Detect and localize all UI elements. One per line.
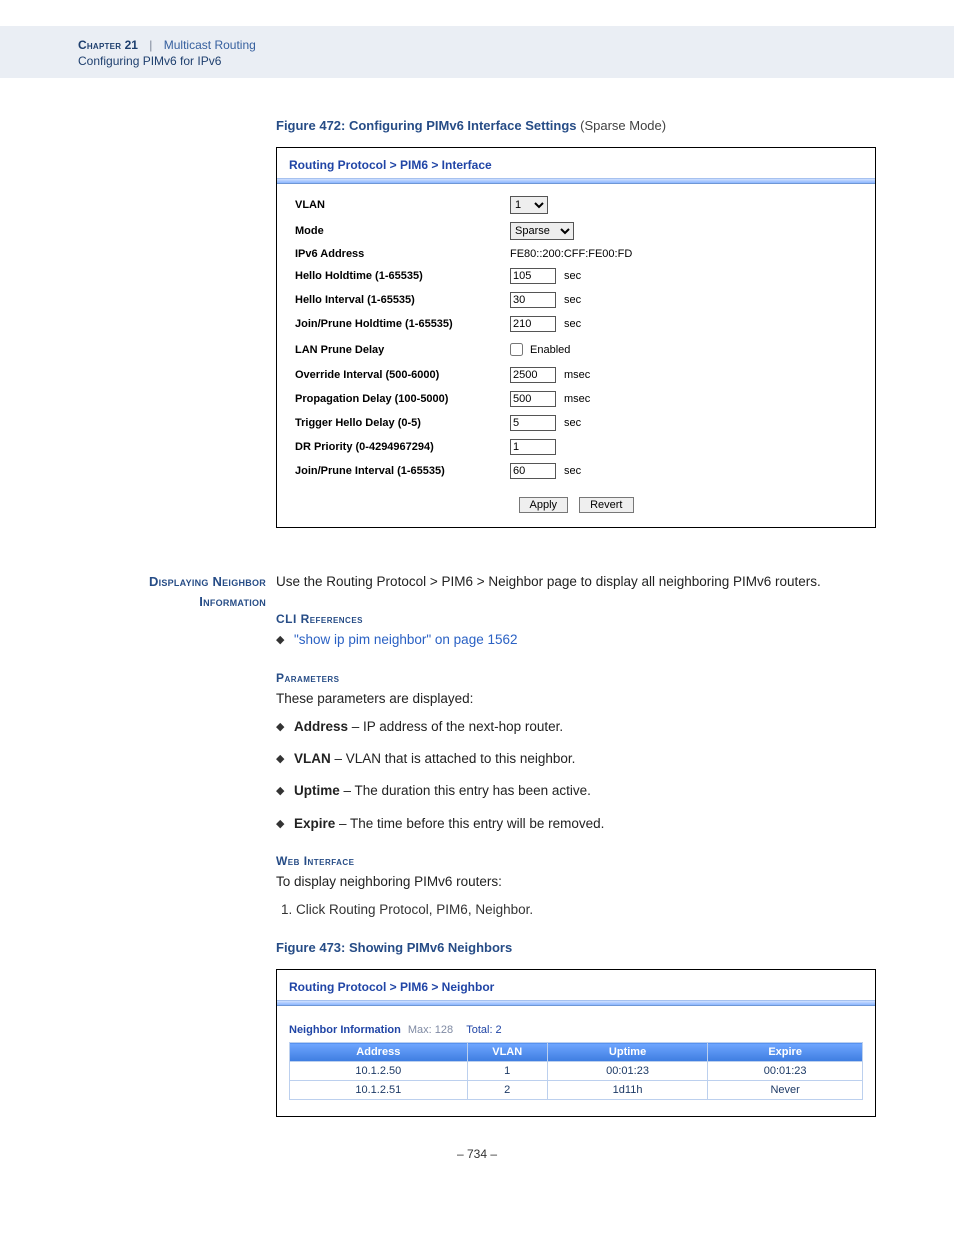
col-address: Address (290, 1043, 468, 1062)
figure-472-breadcrumb: Routing Protocol > PIM6 > Interface (277, 148, 875, 178)
figure-472-caption: Figure 472: Configuring PIMv6 Interface … (276, 118, 876, 133)
page-number: – 734 – (78, 1147, 876, 1161)
mode-label: Mode (295, 225, 510, 237)
table-row: 10.1.2.51 2 1d11h Never (290, 1081, 863, 1100)
param-expire: Expire – The time before this entry will… (294, 814, 876, 834)
propagation-delay-label: Propagation Delay (100-5000) (295, 393, 510, 405)
join-prune-interval-unit: sec (564, 465, 581, 477)
cell-vlan: 2 (467, 1081, 547, 1100)
cell-expire: Never (708, 1081, 863, 1100)
param-expire-desc: – The time before this entry will be rem… (335, 816, 604, 831)
apply-button[interactable]: Apply (519, 497, 569, 513)
figure-472-mode: (Sparse Mode) (577, 118, 667, 133)
figure-473-title: Showing PIMv6 Neighbors (349, 940, 512, 955)
col-uptime: Uptime (547, 1043, 707, 1062)
cli-reference-item: "show ip pim neighbor" on page 1562 (294, 630, 876, 650)
neighbor-info-label: Neighbor Information (289, 1024, 401, 1036)
override-interval-input[interactable] (510, 367, 556, 383)
join-prune-holdtime-input[interactable] (510, 316, 556, 332)
vlan-label: VLAN (295, 199, 510, 211)
param-vlan: VLAN – VLAN that is attached to this nei… (294, 749, 876, 769)
mode-select[interactable]: Sparse (510, 222, 574, 240)
param-uptime: Uptime – The duration this entry has bee… (294, 781, 876, 801)
override-interval-label: Override Interval (500-6000) (295, 369, 510, 381)
cell-uptime: 00:01:23 (547, 1062, 707, 1081)
chapter-subtitle: Configuring PIMv6 for IPv6 (78, 54, 876, 68)
chapter-number: 21 (125, 38, 138, 52)
param-expire-name: Expire (294, 816, 335, 831)
revert-button[interactable]: Revert (579, 497, 633, 513)
hello-holdtime-input[interactable] (510, 268, 556, 284)
propagation-delay-input[interactable] (510, 391, 556, 407)
join-prune-holdtime-label: Join/Prune Holdtime (1-65535) (295, 318, 510, 330)
cell-expire: 00:01:23 (708, 1062, 863, 1081)
parameters-intro: These parameters are displayed: (276, 689, 876, 709)
hello-holdtime-unit: sec (564, 270, 581, 282)
side-heading-line2: Information (199, 594, 266, 609)
figure-472-title: Configuring PIMv6 Interface Settings (349, 118, 577, 133)
chapter-title: Multicast Routing (164, 38, 256, 52)
param-vlan-desc: – VLAN that is attached to this neighbor… (331, 751, 576, 766)
cli-references-heading: CLI References (276, 612, 876, 626)
cli-reference-link[interactable]: "show ip pim neighbor" on page 1562 (294, 632, 518, 647)
table-row: 10.1.2.50 1 00:01:23 00:01:23 (290, 1062, 863, 1081)
trigger-hello-delay-unit: sec (564, 417, 581, 429)
ipv6-value: FE80::200:CFF:FE00:FD (510, 248, 632, 260)
step-1: Click Routing Protocol, PIM6, Neighbor. (296, 900, 876, 920)
dr-priority-label: DR Priority (0-4294967294) (295, 441, 510, 453)
propagation-delay-unit: msec (564, 393, 590, 405)
hello-interval-unit: sec (564, 294, 581, 306)
param-address-desc: – IP address of the next-hop router. (348, 719, 563, 734)
chapter-label: Chapter (78, 38, 121, 52)
figure-473-rule (277, 1000, 875, 1006)
cell-uptime: 1d11h (547, 1081, 707, 1100)
section-side-heading: Displaying Neighbor Information (78, 572, 266, 611)
lan-prune-delay-checkbox[interactable] (510, 343, 523, 356)
join-prune-holdtime-unit: sec (564, 318, 581, 330)
cell-address: 10.1.2.51 (290, 1081, 468, 1100)
neighbor-table: Address VLAN Uptime Expire 10.1.2.50 1 (289, 1042, 863, 1100)
neighbor-info-max: Max: 128 (404, 1024, 453, 1036)
param-uptime-desc: – The duration this entry has been activ… (340, 783, 591, 798)
ipv6-label: IPv6 Address (295, 248, 510, 260)
trigger-hello-delay-input[interactable] (510, 415, 556, 431)
cell-vlan: 1 (467, 1062, 547, 1081)
lan-prune-delay-text: Enabled (530, 344, 570, 356)
param-uptime-name: Uptime (294, 783, 340, 798)
param-address-name: Address (294, 719, 348, 734)
join-prune-interval-input[interactable] (510, 463, 556, 479)
col-vlan: VLAN (467, 1043, 547, 1062)
param-vlan-name: VLAN (294, 751, 331, 766)
neighbor-info-total: Total: 2 (456, 1024, 501, 1036)
override-interval-unit: msec (564, 369, 590, 381)
web-interface-intro: To display neighboring PIMv6 routers: (276, 872, 876, 892)
figure-473-prefix: Figure 473: (276, 940, 349, 955)
parameters-heading: Parameters (276, 671, 876, 685)
vlan-select[interactable]: 1 (510, 196, 548, 214)
section-intro: Use the Routing Protocol > PIM6 > Neighb… (276, 572, 876, 592)
figure-472-rule (277, 178, 875, 184)
param-address: Address – IP address of the next-hop rou… (294, 717, 876, 737)
hello-interval-input[interactable] (510, 292, 556, 308)
figure-473-frame: Routing Protocol > PIM6 > Neighbor Neigh… (276, 969, 876, 1117)
figure-472-frame: Routing Protocol > PIM6 > Interface VLAN… (276, 147, 876, 528)
chapter-separator: | (141, 38, 160, 52)
figure-473-breadcrumb: Routing Protocol > PIM6 > Neighbor (277, 970, 875, 1000)
trigger-hello-delay-label: Trigger Hello Delay (0-5) (295, 417, 510, 429)
join-prune-interval-label: Join/Prune Interval (1-65535) (295, 465, 510, 477)
page-header: Chapter 21 | Multicast Routing Configuri… (0, 26, 954, 78)
lan-prune-delay-label: LAN Prune Delay (295, 344, 510, 356)
hello-holdtime-label: Hello Holdtime (1-65535) (295, 270, 510, 282)
cell-address: 10.1.2.50 (290, 1062, 468, 1081)
side-heading-line1: Displaying Neighbor (149, 574, 266, 589)
hello-interval-label: Hello Interval (1-65535) (295, 294, 510, 306)
web-interface-heading: Web Interface (276, 854, 876, 868)
figure-472-prefix: Figure 472: (276, 118, 349, 133)
col-expire: Expire (708, 1043, 863, 1062)
figure-473-caption: Figure 473: Showing PIMv6 Neighbors (276, 940, 876, 955)
dr-priority-input[interactable] (510, 439, 556, 455)
